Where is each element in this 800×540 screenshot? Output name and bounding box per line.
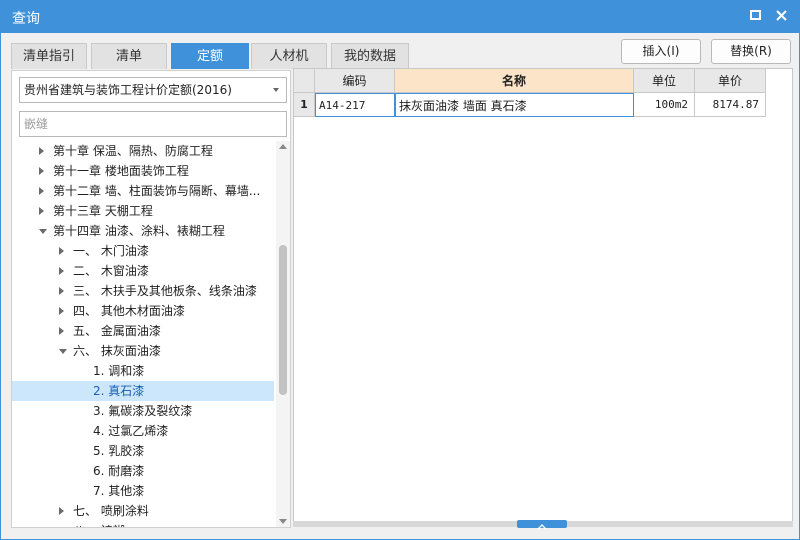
maximize-icon xyxy=(750,10,761,20)
cell-price[interactable]: 8174.87 xyxy=(695,93,766,117)
tree-node-label: 4. 过氯乙烯漆 xyxy=(93,424,169,438)
tab-quota[interactable]: 定额 xyxy=(171,43,249,69)
tab-bill[interactable]: 清单 xyxy=(91,43,167,69)
caret-right-icon[interactable] xyxy=(59,247,64,255)
caret-right-icon[interactable] xyxy=(39,147,44,155)
close-icon xyxy=(776,10,787,21)
close-button[interactable] xyxy=(772,6,792,26)
maximize-button[interactable] xyxy=(746,6,766,26)
tree-node-label: 第十章 保温、隔热、防腐工程 xyxy=(53,144,213,158)
splitter-grip[interactable] xyxy=(517,520,567,530)
caret-right-icon[interactable] xyxy=(39,207,44,215)
tree-node[interactable]: 六、 抹灰面油漆 xyxy=(12,341,274,361)
tree-node-label: 第十三章 天棚工程 xyxy=(53,204,153,218)
column-header-price[interactable]: 单价 xyxy=(695,69,766,93)
tree-node-label: 第十二章 墙、柱面装饰与隔断、幕墙... xyxy=(53,184,261,198)
tree-node-label: 3. 氟碳漆及裂纹漆 xyxy=(93,404,193,418)
tree-node-label: 一、 木门油漆 xyxy=(73,244,149,258)
tree-node[interactable]: 三、 木扶手及其他板条、线条油漆 xyxy=(12,281,274,301)
search-input[interactable] xyxy=(19,111,287,137)
tree-node-label: 四、 其他木材面油漆 xyxy=(73,304,185,318)
tree-node[interactable]: 二、 木窗油漆 xyxy=(12,261,274,281)
tree-node[interactable]: 第十三章 天棚工程 xyxy=(12,201,274,221)
tree-node[interactable]: 四、 其他木材面油漆 xyxy=(12,301,274,321)
quota-library-select[interactable]: 贵州省建筑与装饰工程计价定额(2016) xyxy=(19,77,287,103)
row-number[interactable]: 1 xyxy=(294,93,315,117)
caret-right-icon[interactable] xyxy=(59,287,64,295)
caret-down-icon[interactable] xyxy=(59,349,67,354)
tree-node-label: 第十四章 油漆、涂料、裱糊工程 xyxy=(53,224,225,238)
tree-node[interactable]: 第十四章 油漆、涂料、裱糊工程 xyxy=(12,221,274,241)
results-table: 编码 名称 单位 单价 1 A14-217 抹灰面油漆 墙面 真石漆 100m2… xyxy=(293,68,793,523)
tree-node-label: 五、 金属面油漆 xyxy=(73,324,161,338)
tree-node-label: 七、 喷刷涂料 xyxy=(73,504,149,518)
tree-node-label: 5. 乳胶漆 xyxy=(93,444,145,458)
tree-scrollbar[interactable] xyxy=(276,141,290,527)
tree-node-label: 八、 裱糊 xyxy=(73,521,125,527)
tree-node[interactable]: 1. 调和漆 xyxy=(12,361,274,381)
caret-right-icon[interactable] xyxy=(59,327,64,335)
tree-node-label: 6. 耐磨漆 xyxy=(93,464,145,478)
tree-node-label: 2. 真石漆 xyxy=(93,384,145,398)
window-title: 查询 xyxy=(12,11,40,27)
column-header-name[interactable]: 名称 xyxy=(395,69,634,93)
caret-right-icon[interactable] xyxy=(59,507,64,515)
tab-my-data[interactable]: 我的数据 xyxy=(331,43,409,69)
tree-node[interactable]: 五、 金属面油漆 xyxy=(12,321,274,341)
tree-node-label: 7. 其他漆 xyxy=(93,484,145,498)
tree-node[interactable]: 一、 木门油漆 xyxy=(12,241,274,261)
title-bar: 查询 xyxy=(0,0,800,33)
tab-bill-guide[interactable]: 清单指引 xyxy=(11,43,87,69)
caret-down-icon[interactable] xyxy=(39,229,47,234)
left-panel: 贵州省建筑与装饰工程计价定额(2016) 第十章 保温、隔热、防腐工程第十一章 … xyxy=(11,70,291,528)
table-horizontal-scrollbar[interactable] xyxy=(293,520,793,530)
quota-library-value: 贵州省建筑与装饰工程计价定额(2016) xyxy=(24,83,232,97)
tree-node[interactable]: 5. 乳胶漆 xyxy=(12,441,274,461)
chapter-tree: 第十章 保温、隔热、防腐工程 第十一章 楼地面装饰工程第十二章 墙、柱面装饰与隔断… xyxy=(12,141,274,527)
dialog-body: 清单指引 清单 定额 人材机 我的数据 插入(I) 替换(R) 贵州省建筑与装饰… xyxy=(0,33,800,540)
chevron-down-icon xyxy=(273,88,279,92)
tree-node[interactable]: 第十二章 墙、柱面装饰与隔断、幕墙... xyxy=(12,181,274,201)
row-number-header xyxy=(294,69,315,93)
scrollbar-thumb[interactable] xyxy=(279,245,287,395)
tree-node[interactable]: 第十章 保温、隔热、防腐工程 xyxy=(12,141,274,161)
replace-button[interactable]: 替换(R) xyxy=(711,39,791,64)
tree-node[interactable]: 6. 耐磨漆 xyxy=(12,461,274,481)
tree-node[interactable]: 2. 真石漆 xyxy=(12,381,274,401)
column-header-code[interactable]: 编码 xyxy=(315,69,395,93)
insert-button[interactable]: 插入(I) xyxy=(621,39,701,64)
tree-node[interactable]: 八、 裱糊 xyxy=(12,521,274,527)
tree-node-label: 二、 木窗油漆 xyxy=(73,264,149,278)
chevron-up-icon xyxy=(537,524,547,530)
tree-node[interactable]: 7. 其他漆 xyxy=(12,481,274,501)
caret-right-icon[interactable] xyxy=(39,187,44,195)
caret-right-icon[interactable] xyxy=(59,267,64,275)
caret-right-icon[interactable] xyxy=(39,167,44,175)
cell-name[interactable]: 抹灰面油漆 墙面 真石漆 xyxy=(395,93,634,117)
column-header-unit[interactable]: 单位 xyxy=(634,69,695,93)
scroll-up-icon[interactable] xyxy=(279,144,287,149)
cell-unit[interactable]: 100m2 xyxy=(634,93,695,117)
caret-right-icon[interactable] xyxy=(59,307,64,315)
tree-node[interactable]: 第十一章 楼地面装饰工程 xyxy=(12,161,274,181)
tree-node[interactable]: 3. 氟碳漆及裂纹漆 xyxy=(12,401,274,421)
tree-node-label: 六、 抹灰面油漆 xyxy=(73,344,161,358)
cell-code[interactable]: A14-217 xyxy=(315,93,395,117)
tree-node-label: 1. 调和漆 xyxy=(93,364,145,378)
tree-node[interactable]: 七、 喷刷涂料 xyxy=(12,501,274,521)
tree-node-label: 三、 木扶手及其他板条、线条油漆 xyxy=(73,284,257,298)
tree-node[interactable]: 4. 过氯乙烯漆 xyxy=(12,421,274,441)
tree-node-label: 第十一章 楼地面装饰工程 xyxy=(53,164,189,178)
tab-labor-material[interactable]: 人材机 xyxy=(251,43,327,69)
scroll-down-icon[interactable] xyxy=(279,519,287,524)
